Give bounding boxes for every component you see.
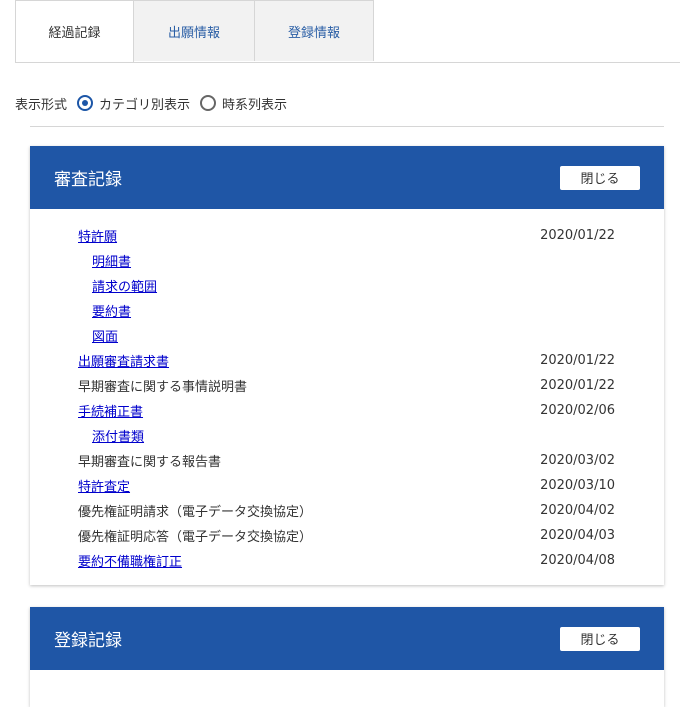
document-date: 2020/02/06 [540,403,615,418]
document-name: 優先権証明請求（電子データ交換協定） [78,505,313,520]
exam-record-row: 要約不備職権訂正 2020/04/08 [30,548,664,573]
document-link[interactable]: 添付書類 [92,426,144,445]
radio-category-label: カテゴリ別表示 [99,97,191,113]
radio-chronological-view[interactable]: 時系列表示 [190,94,287,113]
radio-checked-icon[interactable] [77,95,94,111]
document-link[interactable]: 要約書 [92,301,131,320]
tab-application-info[interactable]: 出願情報 [134,0,255,61]
exam-record-row: 添付書類 [30,423,664,448]
document-date: 2020/03/10 [540,478,615,493]
document-date: 2020/04/02 [540,503,615,518]
exam-record-row: 早期審査に関する事情説明書 2020/01/22 [30,373,664,398]
radio-chronological-label: 時系列表示 [222,97,288,113]
registration-record-header: 登録記録 閉じる [30,607,664,670]
exam-record-row: 特許願 2020/01/22 [30,223,664,248]
exam-record-row: 請求の範囲 [30,273,664,298]
display-mode-selector: 表示形式 カテゴリ別表示 時系列表示 [15,91,287,115]
exam-record-row: 優先権証明請求（電子データ交換協定） 2020/04/02 [30,498,664,523]
exam-record-title: 審査記録 [54,170,122,190]
exam-record-row: 明細書 [30,248,664,273]
registration-record-title: 登録記録 [54,631,122,651]
tab-registration-info[interactable]: 登録情報 [255,0,374,61]
exam-record-row: 出願審査請求書 2020/01/22 [30,348,664,373]
exam-record-row: 早期審査に関する報告書 2020/03/02 [30,448,664,473]
display-mode-label: 表示形式 [15,97,68,113]
document-link[interactable]: 出願審査請求書 [78,351,169,370]
document-link[interactable]: 明細書 [92,251,131,270]
document-link[interactable]: 図面 [92,326,118,345]
document-date: 2020/01/22 [540,378,615,393]
document-date: 2020/04/03 [540,528,615,543]
registration-record-close-button[interactable]: 閉じる [560,626,640,651]
exam-record-header: 審査記録 閉じる [30,146,664,209]
exam-record-row: 図面 [30,323,664,348]
document-link[interactable]: 要約不備職権訂正 [78,551,182,570]
tab-progress-record[interactable]: 経過記録 [15,0,134,62]
document-date: 2020/03/02 [540,453,615,468]
exam-record-panel: 審査記録 閉じる 特許願 2020/01/22 明細書請求の範囲要約書図面出願審査請… [30,146,664,585]
document-link[interactable]: 請求の範囲 [92,276,157,295]
exam-record-close-button[interactable]: 閉じる [560,165,640,190]
document-name: 早期審査に関する報告書 [78,455,222,470]
exam-record-row: 手続補正書 2020/02/06 [30,398,664,423]
registration-record-panel: 登録記録 閉じる [30,607,664,707]
exam-record-list: 特許願 2020/01/22 明細書請求の範囲要約書図面出願審査請求書 2020/01… [30,209,664,585]
document-date: 2020/01/22 [540,228,615,243]
exam-record-row: 優先権証明応答（電子データ交換協定） 2020/04/03 [30,523,664,548]
document-date: 2020/04/08 [540,553,615,568]
document-name: 優先権証明応答（電子データ交換協定） [78,530,313,545]
radio-category-view[interactable]: カテゴリ別表示 [67,94,190,113]
exam-record-row: 特許査定 2020/03/10 [30,473,664,498]
divider [30,126,664,127]
document-link[interactable]: 特許査定 [78,476,130,495]
exam-record-row: 要約書 [30,298,664,323]
document-date: 2020/01/22 [540,353,615,368]
document-name: 早期審査に関する事情説明書 [78,380,248,395]
radio-unchecked-icon[interactable] [200,95,217,111]
tab-bar: 経過記録 出願情報 登録情報 [15,0,680,63]
document-link[interactable]: 特許願 [78,226,117,245]
document-link[interactable]: 手続補正書 [78,401,143,420]
